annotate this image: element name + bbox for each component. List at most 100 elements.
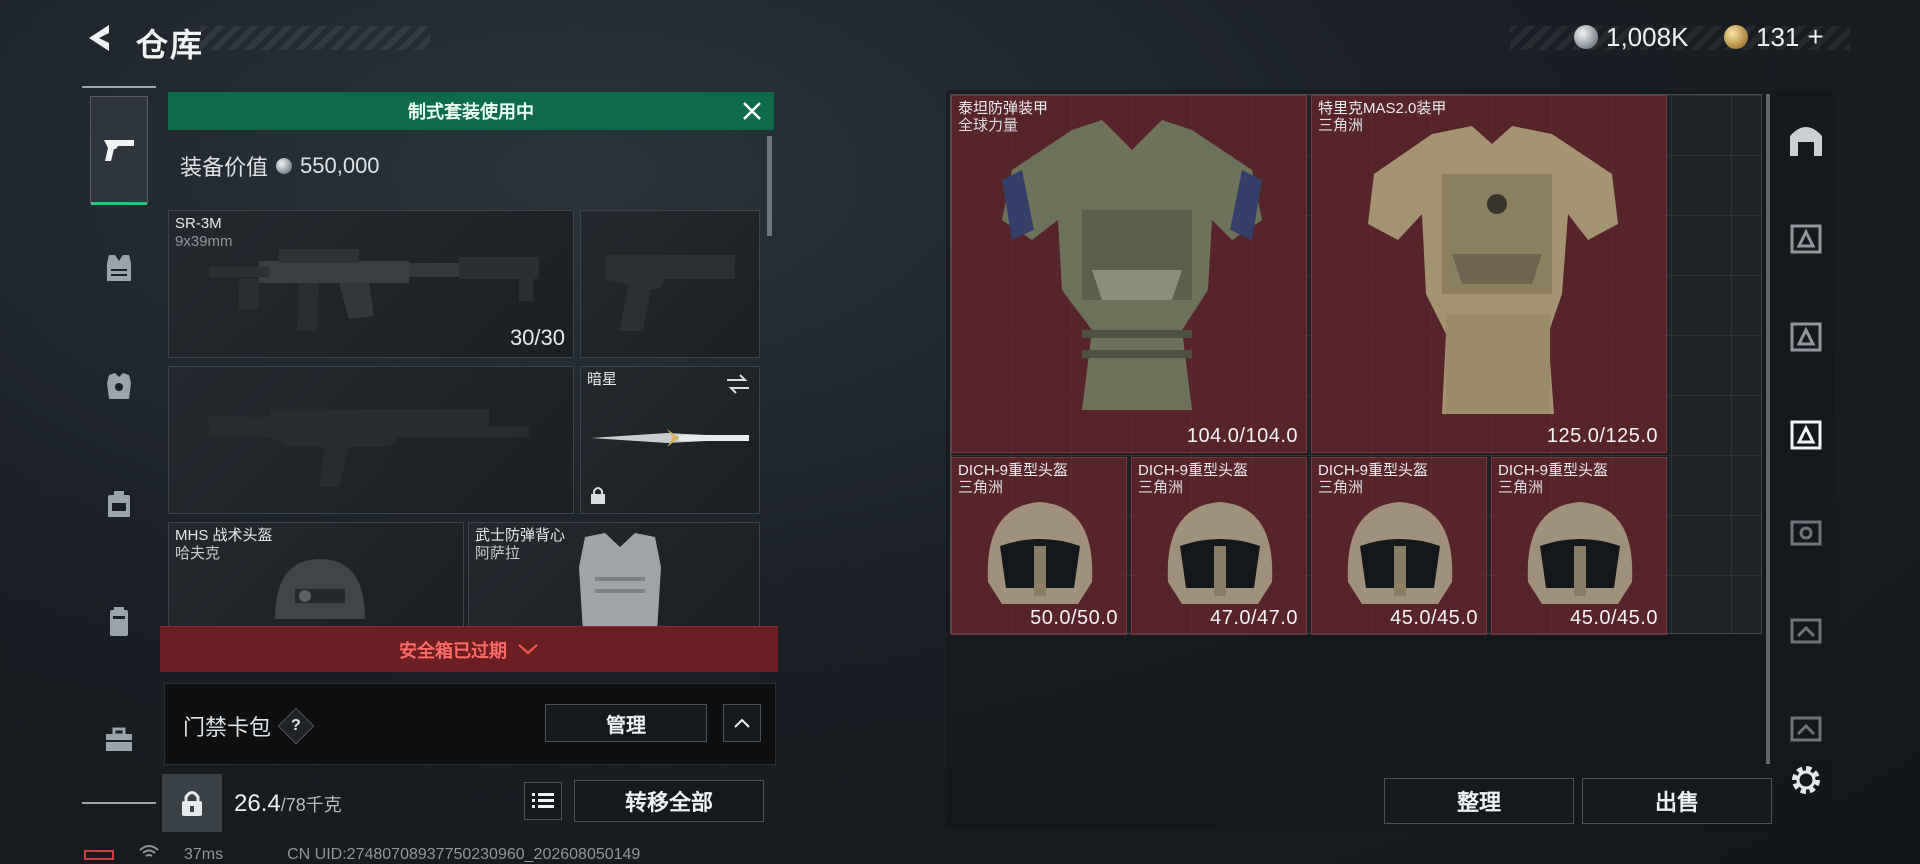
list-view-button[interactable] — [524, 782, 562, 820]
nav-divider-top — [82, 86, 156, 88]
storage-item-helmet[interactable]: DICH-9重型头盔 三角洲 45.0/45.0 — [1491, 457, 1667, 635]
tier3-filter-icon — [1790, 618, 1822, 644]
armor-filter-1[interactable] — [1780, 212, 1832, 264]
nav-item-armor[interactable] — [90, 332, 148, 440]
item-name: DICH-9重型头盔 — [1318, 462, 1429, 479]
storage-item-helmet[interactable]: DICH-9重型头盔 三角洲 47.0/47.0 — [1131, 457, 1307, 635]
loadout-scrollbar[interactable] — [767, 136, 772, 236]
silver-coin-icon — [1574, 25, 1598, 49]
armor-image — [1002, 120, 1262, 410]
silver-coin-icon — [276, 158, 293, 174]
helmet-name: MHS 战术头盔 — [175, 527, 273, 544]
carry-weight: 26.4/78千克 — [234, 790, 342, 818]
tier3-filter-icon — [1790, 716, 1822, 742]
nav-divider-bottom — [82, 802, 156, 804]
secure-case-expired-warning[interactable]: 安全箱已过期 — [160, 626, 778, 672]
warning-text: 安全箱已过期 — [399, 640, 507, 661]
weight-lock-button[interactable] — [162, 774, 222, 832]
pistol-placeholder-icon — [605, 255, 735, 331]
helmet-label: MHS 战术头盔 哈夫克 — [175, 527, 273, 563]
rifle-image — [209, 249, 539, 331]
sell-button[interactable]: 出售 — [1582, 778, 1772, 824]
primary-weapon-slot[interactable]: SR-3M 9x39mm 30/30 — [168, 210, 574, 358]
transfer-all-button[interactable]: 转移全部 — [574, 780, 764, 822]
item-name: DICH-9重型头盔 — [958, 462, 1069, 479]
knife-image — [591, 429, 749, 447]
close-icon[interactable] — [740, 99, 764, 123]
gold-currency[interactable]: 131 + — [1724, 20, 1824, 54]
armor-filter-3-active[interactable] — [1780, 408, 1832, 460]
nav-item-backpack[interactable] — [90, 450, 148, 558]
nav-item-toolbox[interactable] — [90, 686, 148, 794]
tier3-armor-filter-icon — [1790, 322, 1822, 352]
keycard-pouch-label: 门禁卡包 ? — [183, 707, 315, 745]
collapse-button[interactable] — [723, 704, 761, 742]
item-durability: 45.0/45.0 — [1570, 607, 1658, 629]
carry-weight-max: /78千克 — [280, 795, 342, 815]
tier4-filter[interactable] — [1780, 506, 1832, 558]
vest-image — [579, 533, 661, 631]
carry-weight-value: 26.4 — [234, 790, 281, 817]
helmet-image — [1527, 502, 1633, 604]
lock-icon — [591, 487, 605, 504]
manage-button[interactable]: 管理 — [545, 704, 707, 742]
add-gold-button[interactable]: + — [1807, 21, 1823, 53]
item-durability: 45.0/45.0 — [1390, 607, 1478, 629]
keycard-pouch-row: 门禁卡包 ? 管理 — [164, 683, 776, 765]
help-icon-glyph: ? — [291, 717, 301, 734]
help-icon[interactable]: ? — [277, 707, 315, 745]
nav-item-pouch[interactable] — [90, 568, 148, 676]
storage-item-helmet[interactable]: DICH-9重型头盔 三角洲 50.0/50.0 — [951, 457, 1127, 635]
status-footer: 37ms CN UID:27480708937750230960_2026080… — [84, 844, 640, 864]
armor-name: 武士防弹背心 — [475, 527, 566, 544]
storage-item-helmet[interactable]: DICH-9重型头盔 三角洲 45.0/45.0 — [1311, 457, 1487, 635]
item-durability: 47.0/47.0 — [1210, 607, 1298, 629]
tier3-filter-1[interactable] — [1780, 604, 1832, 656]
equipment-value: 装备价值 550,000 — [180, 150, 380, 182]
gold-coin-icon — [1724, 25, 1748, 49]
storage-panel: 泰坦防弹装甲 全球力量 104.0/104.0 特里克MAS2.0装甲 三角洲 — [946, 90, 1834, 828]
helmet-image — [275, 559, 365, 619]
list-icon — [532, 793, 554, 808]
equipment-value-amount: 550,000 — [300, 153, 380, 178]
helmet-slot[interactable]: MHS 战术头盔 哈夫克 — [168, 522, 464, 632]
gold-currency-value: 131 — [1756, 21, 1800, 52]
preset-banner-text: 制式套装使用中 — [408, 102, 534, 122]
pistol-icon — [104, 140, 134, 161]
secondary-weapon-slot[interactable] — [168, 366, 574, 514]
nav-item-vest[interactable] — [90, 214, 148, 322]
preset-loadout-banner: 制式套装使用中 — [168, 92, 774, 130]
vest-icon — [107, 255, 131, 281]
nav-item-weapons[interactable] — [90, 96, 148, 205]
item-durability: 104.0/104.0 — [1186, 425, 1298, 447]
vault-filter[interactable] — [1780, 114, 1832, 166]
storage-item-armor[interactable]: 特里克MAS2.0装甲 三角洲 125.0/125.0 — [1311, 95, 1667, 453]
tier3-armor-filter-icon — [1790, 224, 1822, 254]
tier3-filter-2[interactable] — [1780, 702, 1832, 754]
armor-faction: 阿萨拉 — [475, 545, 521, 562]
back-button[interactable] — [80, 18, 120, 58]
storage-item-armor[interactable]: 泰坦防弹装甲 全球力量 104.0/104.0 — [951, 95, 1307, 453]
title-decoration — [200, 26, 430, 50]
toolbox-icon — [106, 727, 132, 751]
armor-filter-2[interactable] — [1780, 310, 1832, 362]
tier4-filter-icon — [1790, 520, 1822, 546]
sort-button[interactable]: 整理 — [1384, 778, 1574, 824]
item-name-block: DICH-9重型头盔 三角洲 — [958, 462, 1068, 496]
item-durability: 125.0/125.0 — [1546, 425, 1658, 447]
battery-icon — [84, 849, 114, 860]
swap-icon[interactable] — [725, 373, 751, 395]
sidearm-slot[interactable] — [580, 210, 760, 358]
left-category-nav — [82, 86, 156, 806]
melee-slot[interactable]: 暗星 — [580, 366, 760, 514]
helmet-faction: 哈夫克 — [175, 545, 221, 562]
helmet-image — [1167, 502, 1273, 604]
vault-icon — [1790, 127, 1822, 156]
page-title: 仓库 — [136, 27, 205, 63]
settings-button[interactable] — [1786, 760, 1826, 800]
pouch-icon — [110, 607, 128, 636]
item-durability: 50.0/50.0 — [1030, 607, 1118, 629]
tier3-armor-filter-icon-active — [1790, 420, 1822, 450]
item-name: DICH-9重型头盔 — [1498, 462, 1609, 479]
body-armor-slot[interactable]: 武士防弹背心 阿萨拉 — [468, 522, 760, 632]
